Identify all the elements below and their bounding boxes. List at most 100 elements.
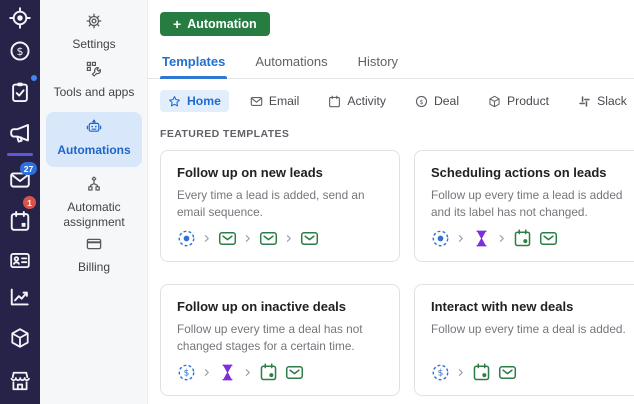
email-icon <box>285 363 304 382</box>
calendar-icon <box>472 363 491 382</box>
gear-icon <box>86 13 102 29</box>
featured-templates-heading: FEATURED TEMPLATES <box>160 128 634 140</box>
filter-chip-deal[interactable]: $ Deal <box>407 90 467 112</box>
cube-icon <box>488 95 501 108</box>
nav-leads[interactable] <box>9 7 31 29</box>
automations-settings-page: $ 27 1 Settings Tools and apps Automatio… <box>0 0 634 404</box>
add-automation-button[interactable]: + Automation <box>160 12 270 36</box>
chevron-icon <box>457 233 465 244</box>
filter-chip-label: Home <box>187 94 221 108</box>
sidebar-item-settings[interactable]: Settings <box>46 13 142 52</box>
deal-icon: $ <box>431 363 450 382</box>
card-flow: $ <box>177 363 304 382</box>
card-title: Interact with new deals <box>431 299 634 314</box>
card-description: Follow up every time a lead is added and… <box>431 187 634 221</box>
nav-deals[interactable]: $ <box>9 40 31 62</box>
nav-calendar[interactable] <box>9 210 31 232</box>
template-card-follow-up-inactive-deals[interactable]: Follow up on inactive deals Follow up ev… <box>160 284 400 396</box>
nav-campaigns[interactable] <box>9 122 31 144</box>
card-flow <box>431 229 558 248</box>
chevron-icon <box>244 233 252 244</box>
lead-icon <box>177 229 196 248</box>
assignment-branch-icon <box>86 176 102 192</box>
template-card-interact-new-deals[interactable]: Interact with new deals Follow up every … <box>414 284 634 396</box>
sidebar-item-label: Automatic assignment <box>46 200 142 230</box>
filter-chip-email[interactable]: Email <box>242 90 307 112</box>
credit-card-icon <box>86 236 102 252</box>
add-automation-label: Automation <box>187 17 256 31</box>
template-card-follow-up-new-leads[interactable]: Follow up on new leads Every time a lead… <box>160 150 400 262</box>
filter-chip-product[interactable]: Product <box>480 90 557 112</box>
nav-marketplace[interactable] <box>9 370 31 392</box>
products-cube-icon <box>9 327 31 349</box>
email-icon <box>300 229 319 248</box>
card-title: Follow up on new leads <box>177 165 383 180</box>
template-card-grid: Follow up on new leads Every time a lead… <box>160 150 634 396</box>
nav-activities[interactable] <box>9 81 31 103</box>
template-filter-bar: Home Email Activity $ Deal Product Slack <box>160 90 634 112</box>
email-icon <box>218 229 237 248</box>
card-flow <box>177 229 319 248</box>
tab-automations[interactable]: Automations <box>253 48 329 78</box>
svg-text:$: $ <box>184 369 190 379</box>
tab-templates[interactable]: Templates <box>160 48 227 78</box>
robot-icon <box>86 119 102 135</box>
sidebar-item-billing[interactable]: Billing <box>46 236 142 275</box>
mail-badge: 27 <box>20 162 37 175</box>
deal-icon: $ <box>177 363 196 382</box>
lead-icon <box>431 229 450 248</box>
card-description: Follow up every time a deal is added. <box>431 321 634 338</box>
chevron-icon <box>203 233 211 244</box>
tools-icon <box>86 61 102 77</box>
email-icon <box>259 229 278 248</box>
main-content: + Automation Templates Automations Histo… <box>148 0 634 404</box>
dollar-circle-icon: $ <box>415 95 428 108</box>
nav-insights[interactable] <box>9 286 31 308</box>
tab-history[interactable]: History <box>356 48 400 78</box>
card-flow: $ <box>431 363 517 382</box>
filter-chip-activity[interactable]: Activity <box>320 90 394 112</box>
envelope-icon <box>250 95 263 108</box>
main-nav-rail: $ 27 1 <box>0 0 40 404</box>
settings-sidebar: Settings Tools and apps Automations Auto… <box>40 0 148 404</box>
chevron-icon <box>457 367 465 378</box>
rail-divider <box>7 153 33 156</box>
insights-chart-icon <box>9 286 31 308</box>
campaigns-megaphone-icon <box>9 122 31 144</box>
filter-chip-label: Deal <box>434 94 459 108</box>
chevron-icon <box>244 367 252 378</box>
chevron-icon <box>203 367 211 378</box>
sidebar-item-tools-and-apps[interactable]: Tools and apps <box>46 61 142 100</box>
contacts-card-icon <box>9 249 31 271</box>
star-icon <box>168 95 181 108</box>
activities-clipboard-icon <box>9 81 31 103</box>
calendar-icon <box>513 229 532 248</box>
email-icon <box>539 229 558 248</box>
deals-dollar-icon: $ <box>9 40 31 62</box>
nav-products[interactable] <box>9 327 31 349</box>
wait-icon <box>218 363 237 382</box>
filter-chip-label: Slack <box>597 94 627 108</box>
card-title: Scheduling actions on leads <box>431 165 634 180</box>
leads-target-icon <box>9 7 31 29</box>
sidebar-item-label: Automations <box>46 143 142 158</box>
filter-chip-label: Activity <box>347 94 386 108</box>
sidebar-item-label: Settings <box>46 37 142 52</box>
calendar-icon <box>328 95 341 108</box>
sidebar-item-label: Tools and apps <box>46 85 142 100</box>
filter-chip-slack[interactable]: Slack <box>570 90 634 112</box>
filter-chip-home[interactable]: Home <box>160 90 229 112</box>
nav-contacts[interactable] <box>9 249 31 271</box>
slack-icon <box>578 95 591 108</box>
wait-icon <box>472 229 491 248</box>
calendar-badge: 1 <box>23 196 36 209</box>
notification-dot <box>31 75 37 81</box>
card-title: Follow up on inactive deals <box>177 299 383 314</box>
sidebar-item-automatic-assignment[interactable]: Automatic assignment <box>46 176 142 230</box>
card-description: Every time a lead is added, send an emai… <box>177 187 383 221</box>
template-card-scheduling-actions-leads[interactable]: Scheduling actions on leads Follow up ev… <box>414 150 634 262</box>
card-description: Follow up every time a deal has not chan… <box>177 321 383 355</box>
calendar-icon <box>259 363 278 382</box>
chevron-icon <box>498 233 506 244</box>
sidebar-item-automations[interactable]: Automations <box>46 112 142 167</box>
